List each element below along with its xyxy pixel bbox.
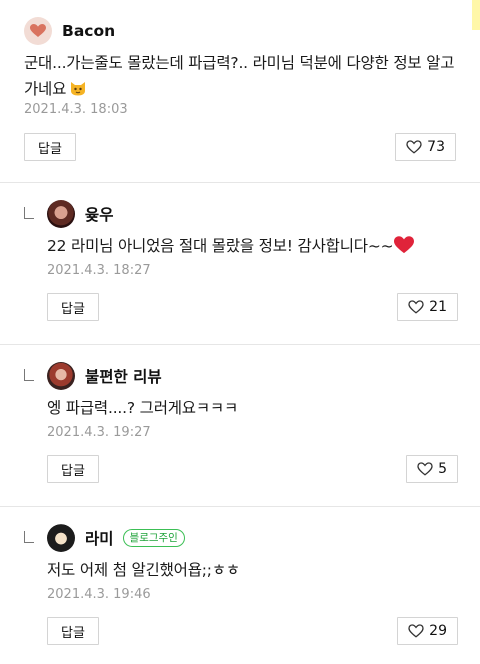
heart-outline-icon [417, 462, 433, 476]
like-count: 21 [429, 299, 447, 315]
comment-item: Bacon 군대...가는줄도 몰랐는데 파급력?.. 라미님 덕분에 다양한 … [0, 0, 480, 182]
reply-actions: 답글 21 [47, 293, 458, 321]
like-button[interactable]: 5 [406, 455, 458, 483]
like-count: 29 [429, 623, 447, 639]
reply-item: 불편한 리뷰 엥 파급력....? 그러게요ㅋㅋㅋ 2021.4.3. 19:2… [0, 344, 480, 506]
reply-indicator-icon [24, 369, 34, 381]
avatar[interactable] [47, 200, 75, 228]
blog-owner-badge: 블로그주인 [122, 529, 185, 547]
avatar[interactable] [47, 362, 75, 390]
like-button[interactable]: 29 [397, 617, 458, 645]
reply-button[interactable]: 답글 [24, 133, 76, 161]
reply-indicator-icon [24, 207, 34, 219]
nickname[interactable]: 불편한 리뷰 [85, 365, 162, 387]
like-button[interactable]: 21 [397, 293, 458, 321]
reply-header: 불편한 리뷰 [47, 361, 458, 391]
heart-outline-icon [408, 300, 424, 314]
reply-item: 라미 블로그주인 저도 어제 첨 알긴했어욥;;ㅎㅎ 2021.4.3. 19:… [0, 506, 480, 664]
reply-actions: 답글 29 [47, 617, 458, 645]
reply-header: 라미 블로그주인 [47, 523, 458, 553]
comment-actions: 답글 73 [24, 133, 456, 161]
heart-outline-icon [406, 140, 422, 154]
comment-text: 군대...가는줄도 몰랐는데 파급력?.. 라미님 덕분에 다양한 정보 알고가… [24, 50, 456, 102]
reply-body: 22 라미님 아니었음 절대 몰랐을 정보! 감사합니다~~ [47, 237, 394, 255]
like-count: 5 [438, 461, 447, 477]
like-button[interactable]: 73 [395, 133, 456, 161]
reply-item: 윶우 22 라미님 아니었음 절대 몰랐을 정보! 감사합니다~~ 2021.4… [0, 182, 480, 344]
reply-actions: 답글 5 [47, 455, 458, 483]
like-count: 73 [427, 139, 445, 155]
reply-text: 22 라미님 아니었음 절대 몰랐을 정보! 감사합니다~~ [47, 233, 458, 259]
avatar[interactable] [24, 17, 52, 45]
heart-avatar-icon [30, 24, 46, 37]
reply-button[interactable]: 답글 [47, 455, 99, 483]
reply-date: 2021.4.3. 18:27 [47, 263, 151, 278]
red-heart-emoji-icon [394, 236, 415, 254]
reply-button[interactable]: 답글 [47, 617, 99, 645]
comment-header: Bacon [24, 16, 456, 46]
comment-date: 2021.4.3. 18:03 [24, 102, 128, 117]
heart-outline-icon [408, 624, 424, 638]
cat-face-emoji-icon [71, 82, 86, 96]
nickname[interactable]: Bacon [62, 22, 115, 40]
reply-date: 2021.4.3. 19:27 [47, 425, 151, 440]
reply-date: 2021.4.3. 19:46 [47, 587, 151, 602]
comment-body: 군대...가는줄도 몰랐는데 파급력?.. 라미님 덕분에 다양한 정보 알고가… [24, 54, 455, 98]
reply-text: 엥 파급력....? 그러게요ㅋㅋㅋ [47, 399, 239, 417]
reply-text: 저도 어제 첨 알긴했어욥;;ㅎㅎ [47, 561, 240, 579]
nickname[interactable]: 라미 [85, 527, 114, 549]
avatar[interactable] [47, 524, 75, 552]
nickname[interactable]: 윶우 [85, 203, 114, 225]
reply-header: 윶우 [47, 199, 458, 229]
reply-button[interactable]: 답글 [47, 293, 99, 321]
reply-indicator-icon [24, 531, 34, 543]
